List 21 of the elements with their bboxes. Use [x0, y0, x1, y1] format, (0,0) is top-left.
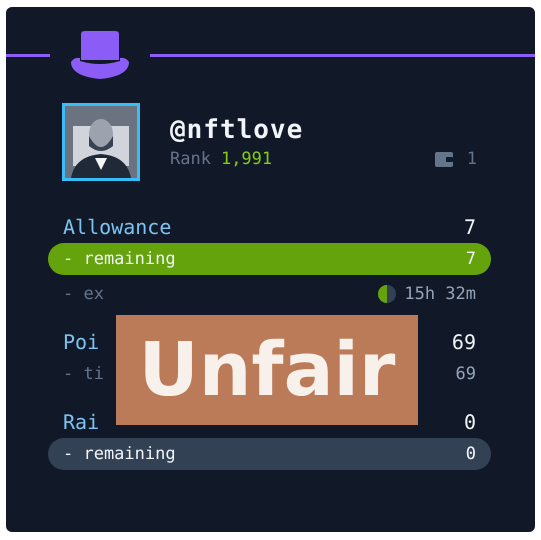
stat-label: - remaining	[63, 249, 176, 269]
stat-value: 0	[466, 444, 476, 464]
stat-label: - ex	[63, 284, 104, 304]
rank-value: 1,991	[220, 149, 272, 169]
stat-label: Poi	[63, 330, 100, 354]
stat-value: 15h 32m	[404, 284, 476, 304]
wallet-icon	[434, 152, 453, 166]
stat-value: 0	[464, 410, 476, 434]
stat-value: 7	[466, 249, 476, 269]
sticker-label: Unfair	[116, 315, 418, 425]
stat-label: - remaining	[63, 444, 176, 464]
username: @nftlove	[170, 115, 304, 145]
top-hat-icon	[70, 30, 130, 80]
wallet-count: 1	[466, 149, 477, 169]
stat-value: 69	[452, 330, 476, 354]
stat-value: 69	[456, 364, 476, 384]
stat-label: Rai	[63, 410, 100, 434]
rank-label: Rank	[170, 149, 211, 169]
stat-label: - ti	[63, 364, 104, 384]
stat-label: Allowance	[63, 215, 172, 239]
stat-value: 7	[464, 215, 476, 239]
